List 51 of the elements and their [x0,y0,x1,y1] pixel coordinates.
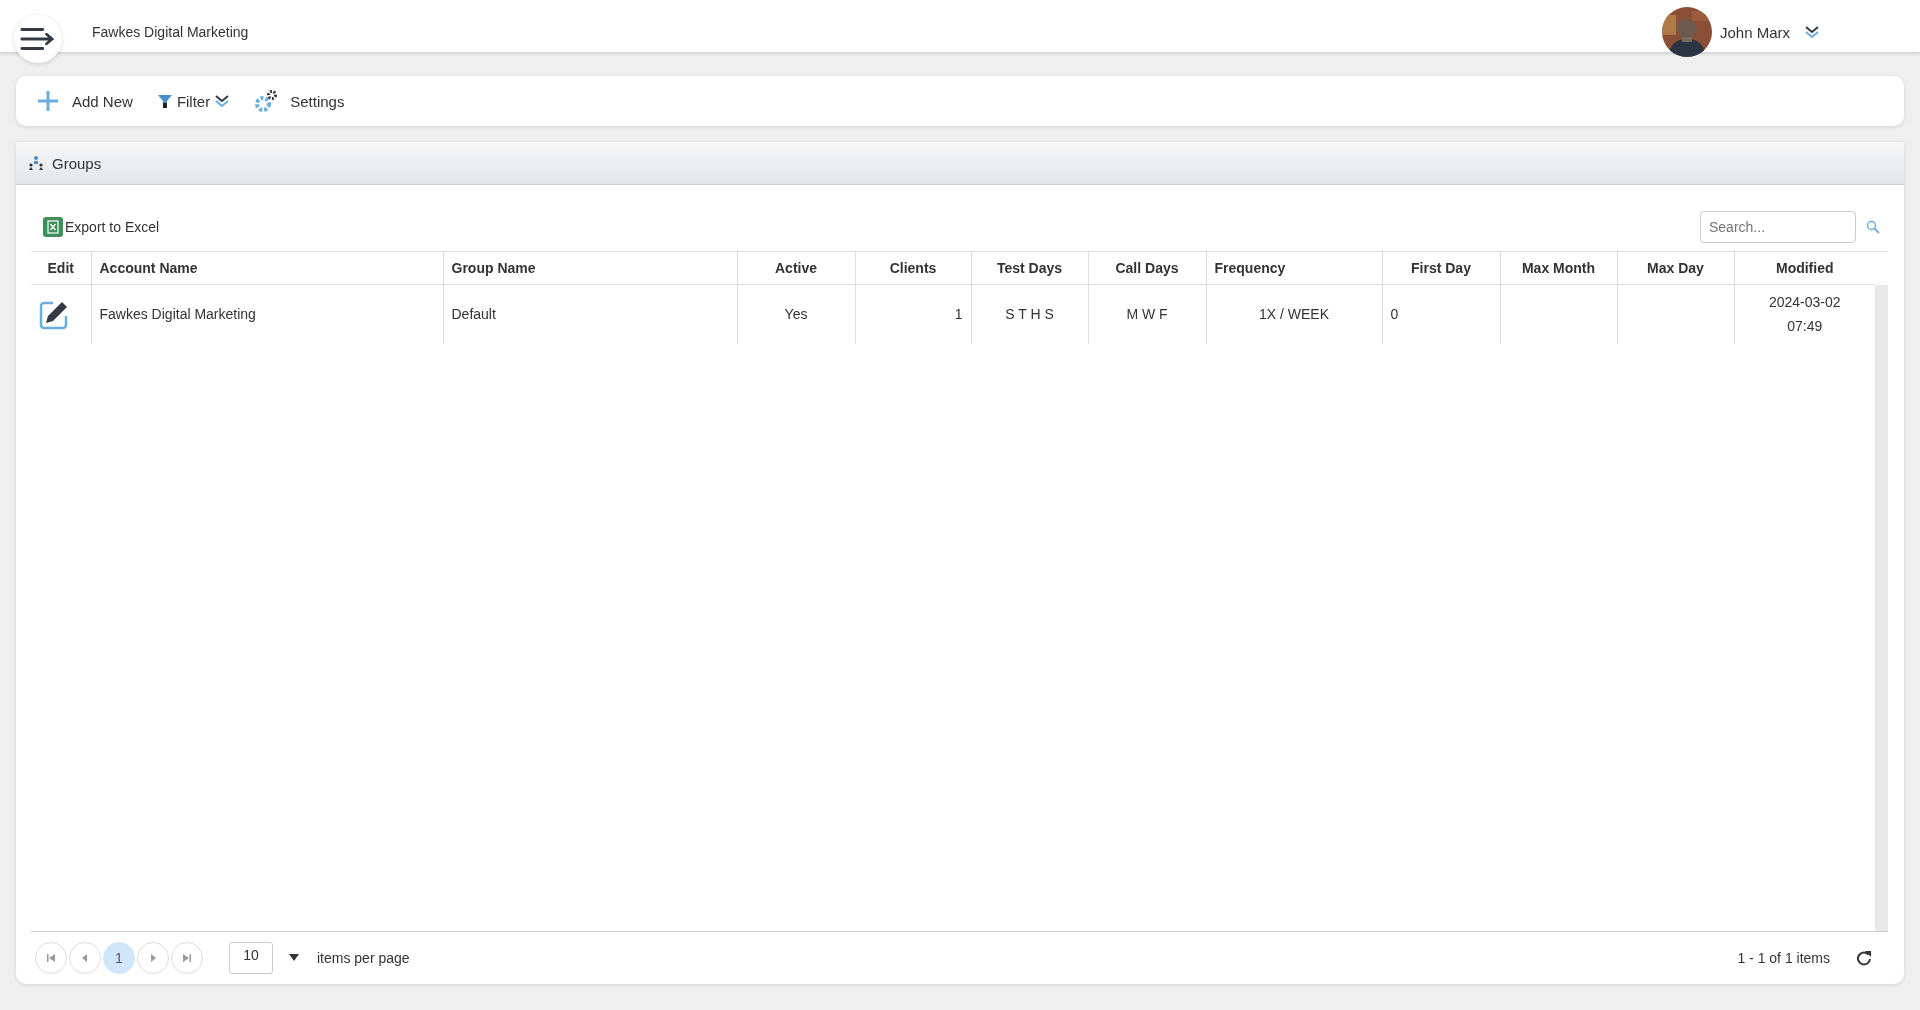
company-name: Fawkes Digital Marketing [92,24,249,40]
table-cell: 2024-03-02 07:49 [1768,293,1841,334]
column-header: Frequency [1206,252,1382,285]
edit-button[interactable] [39,299,69,330]
table-cell: S T H S [1005,305,1054,322]
column-header: Edit [31,252,91,285]
refresh-icon[interactable] [1856,950,1872,966]
first-page-icon [46,953,56,963]
column-header: Clients [855,252,971,285]
column-header: First Day [1382,252,1500,285]
menu-icon [20,26,56,52]
first-page-button[interactable] [35,942,67,974]
table-cell: 0 [1390,305,1399,322]
table-cell: 1X / WEEK [1259,305,1329,322]
page-size-field[interactable]: 10 [229,942,273,974]
chevron-down-icon [214,94,231,108]
hierarchy-icon [28,155,44,171]
pager-summary: 1 - 1 of 1 items [1737,950,1830,966]
filter-icon [156,93,173,109]
column-header: Test Days [971,252,1088,285]
previous-icon [80,953,90,963]
column-header: Account Name [91,252,443,285]
user-name: John Marx [1719,23,1790,41]
menu-button[interactable] [14,15,62,63]
column-header: Max Day [1617,252,1734,285]
column-header: Call Days [1088,252,1206,285]
edit-icon [39,299,69,330]
next-icon [148,953,158,963]
table-cell: M W F [1126,305,1168,322]
filter-button[interactable]: Filter [154,88,233,114]
add-new-button[interactable]: Add New [34,85,135,117]
spreadsheet-icon [43,217,63,237]
page-size-label: items per page [317,950,410,966]
table-cell: Default [451,305,496,322]
dropdown-caret-icon[interactable] [289,954,299,962]
export-button[interactable]: Export to Excel [31,217,160,237]
table-cell: 1 [954,305,963,322]
chevron-down-icon [1804,25,1820,39]
column-header: Active [737,252,855,285]
column-header: Max Month [1500,252,1617,285]
last-page-button[interactable] [171,942,203,974]
table-cell: Fawkes Digital Marketing [99,305,256,322]
table-cell: Yes [784,305,808,322]
panel-title: Groups [52,154,102,172]
settings-button[interactable]: Settings [252,85,347,117]
page-button[interactable]: 1 [103,942,135,974]
gears-icon [254,89,279,113]
last-page-icon [182,953,192,963]
search-field[interactable]: Search... [1700,211,1856,243]
plus-icon [36,89,60,113]
column-header: Group Name [443,252,737,285]
